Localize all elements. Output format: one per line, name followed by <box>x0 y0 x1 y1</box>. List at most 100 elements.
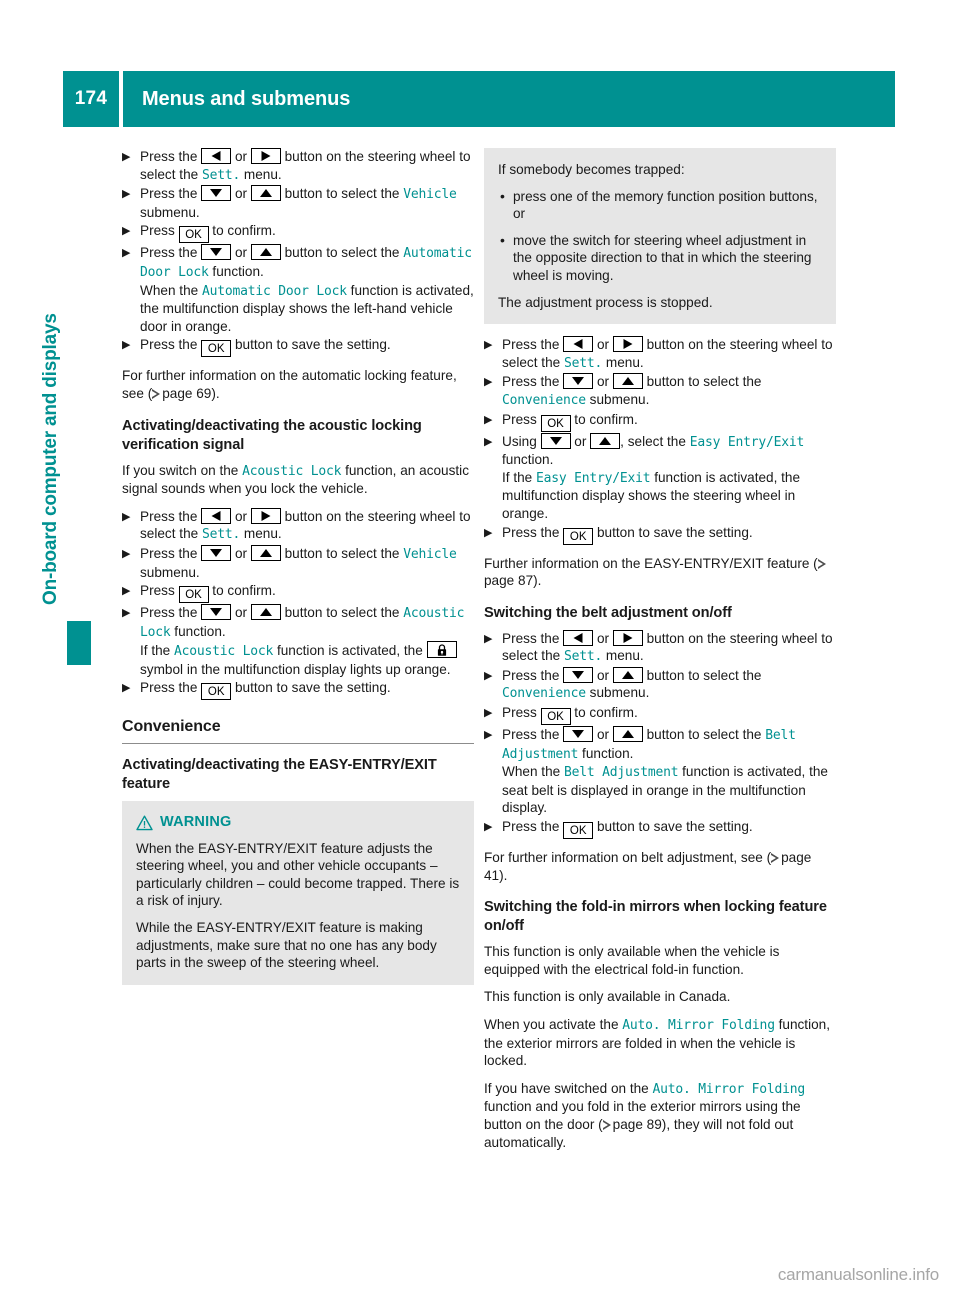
step-arrow-icon: ▶ <box>484 435 493 448</box>
mirrors-paragraph-3: When you activate the Auto. Mirror Foldi… <box>484 1016 836 1070</box>
auto-lock-reference: For further information on the automatic… <box>122 367 474 402</box>
function-name: Sett. <box>563 355 603 371</box>
down-arrow-button-icon[interactable] <box>201 544 232 561</box>
down-arrow-icon <box>572 377 585 386</box>
ok-button-icon[interactable]: OK <box>178 586 209 604</box>
instruction-step: ▶ Using or , select the Easy Entry/Exit f… <box>484 432 836 523</box>
down-arrow-button-icon[interactable] <box>540 432 571 449</box>
page-reference-triangle-icon <box>602 1119 611 1130</box>
ok-button-icon[interactable]: OK <box>201 683 232 701</box>
mirrors-p3-pre: When you activate the <box>484 1017 623 1032</box>
instruction-step: ▶ Press the or button to select the Belt … <box>484 726 836 817</box>
left-arrow-icon <box>573 339 583 350</box>
step-arrow-icon: ▶ <box>484 339 493 352</box>
step-arrow-icon: ▶ <box>122 151 131 163</box>
ok-button-icon[interactable]: OK <box>540 414 571 432</box>
up-arrow-icon <box>599 436 612 445</box>
right-arrow-button-icon[interactable] <box>250 507 281 524</box>
function-name: Sett. <box>563 649 603 665</box>
mirrors-reference-page[interactable]: page 89 <box>613 1117 662 1132</box>
left-arrow-button-icon[interactable] <box>563 336 594 353</box>
auto-lock-reference-page[interactable]: page 69 <box>162 386 211 401</box>
down-arrow-icon <box>572 670 585 679</box>
chapter-side-tab-marker <box>67 621 91 665</box>
step-text: Press the OK button to save the setting. <box>502 819 753 840</box>
heading-easy-entry-exit: Activating/deactivating the EASY-ENTRY/E… <box>122 757 437 793</box>
right-arrow-button-icon[interactable] <box>612 336 643 353</box>
ok-button-icon[interactable]: OK <box>201 340 232 358</box>
down-arrow-button-icon[interactable] <box>201 244 232 261</box>
page-header: 174 Menus and submenus <box>63 71 895 127</box>
left-column: ▶ Press the or button on the steering whe… <box>122 148 474 997</box>
function-name: Vehicle <box>403 546 457 562</box>
down-arrow-button-icon[interactable] <box>563 726 594 743</box>
right-arrow-icon <box>623 339 633 350</box>
up-arrow-button-icon[interactable] <box>612 726 643 743</box>
warning-header: WARNING <box>136 814 460 832</box>
step-text: Using or , select the Easy Entry/Exit fu… <box>502 432 805 521</box>
down-arrow-icon <box>210 189 223 198</box>
left-arrow-button-icon[interactable] <box>201 148 232 164</box>
chapter-side-tab: On-board computer and displays <box>40 195 92 665</box>
right-arrow-button-icon[interactable] <box>612 629 643 646</box>
heading-belt-adjustment: Switching the belt adjustment on/off <box>484 604 732 621</box>
step-arrow-icon: ▶ <box>122 585 131 598</box>
function-name: Belt Adjustment <box>502 728 796 762</box>
left-arrow-button-icon[interactable] <box>563 629 594 646</box>
step-text: Press the or button to select the Vehicl… <box>140 544 457 580</box>
page-title: Menus and submenus <box>123 71 895 127</box>
instruction-step: ▶ Press the or button on the steering whe… <box>122 507 474 544</box>
instruction-step: ▶ Press OK to confirm. <box>484 704 836 726</box>
left-arrow-icon <box>573 632 583 643</box>
up-arrow-icon <box>259 608 272 617</box>
heading-convenience: Convenience <box>122 718 474 745</box>
down-arrow-button-icon[interactable] <box>563 666 594 683</box>
function-name: Convenience <box>502 686 586 702</box>
function-name: Belt Adjustment <box>563 765 679 781</box>
step-arrow-icon: ▶ <box>122 339 131 352</box>
function-name: Convenience <box>502 392 586 408</box>
down-arrow-button-icon[interactable] <box>201 604 232 621</box>
ok-button-icon[interactable]: OK <box>178 226 209 244</box>
right-arrow-button-icon[interactable] <box>250 148 281 164</box>
function-name-auto-mirror-folding: Auto. Mirror Folding <box>622 1018 775 1033</box>
right-arrow-icon <box>261 151 271 161</box>
function-name: Easy Entry/Exit <box>536 470 651 486</box>
left-arrow-icon <box>211 151 221 161</box>
right-arrow-icon <box>623 632 633 643</box>
trapped-intro: If somebody becomes trapped: <box>498 162 685 177</box>
ok-button-icon[interactable]: OK <box>563 822 594 840</box>
up-arrow-button-icon[interactable] <box>250 185 281 202</box>
up-arrow-button-icon[interactable] <box>250 544 281 561</box>
up-arrow-button-icon[interactable] <box>612 373 643 390</box>
step-arrow-icon: ▶ <box>484 632 493 645</box>
up-arrow-button-icon[interactable] <box>250 244 281 261</box>
step-text: Press the or button to select the Automa… <box>140 244 474 334</box>
step-arrow-icon: ▶ <box>122 607 131 620</box>
step-arrow-icon: ▶ <box>122 188 131 201</box>
down-arrow-icon <box>549 436 562 445</box>
warning-box: WARNING When the EASY-ENTRY/EXIT feature… <box>122 801 474 985</box>
easy-entry-reference-page[interactable]: page 87 <box>484 573 533 588</box>
steps-belt-adjustment: ▶ Press the or button on the steering whe… <box>484 629 836 840</box>
up-arrow-button-icon[interactable] <box>612 666 643 683</box>
ok-button-icon[interactable]: OK <box>540 708 571 726</box>
ok-button-icon[interactable]: OK <box>563 527 594 545</box>
step-text: Press the or button to select the Conven… <box>502 373 762 408</box>
step-arrow-icon: ▶ <box>122 510 131 523</box>
down-arrow-button-icon[interactable] <box>563 373 594 390</box>
down-arrow-icon <box>210 548 223 557</box>
down-arrow-button-icon[interactable] <box>201 185 232 202</box>
left-arrow-button-icon[interactable] <box>201 507 232 524</box>
step-arrow-icon: ▶ <box>484 526 493 539</box>
page-number: 174 <box>63 71 119 127</box>
up-arrow-button-icon[interactable] <box>250 604 281 621</box>
trapped-bullet: move the switch for steering wheel adjus… <box>498 232 822 285</box>
up-arrow-button-icon[interactable] <box>590 432 621 449</box>
step-arrow-icon: ▶ <box>122 682 131 695</box>
lock-symbol-icon <box>426 641 457 659</box>
warning-label: WARNING <box>160 814 232 831</box>
up-arrow-icon <box>259 548 272 557</box>
acoustic-intro-pre: If you switch on the <box>122 462 243 478</box>
warning-paragraph: When the EASY-ENTRY/EXIT feature adjusts… <box>136 840 460 909</box>
